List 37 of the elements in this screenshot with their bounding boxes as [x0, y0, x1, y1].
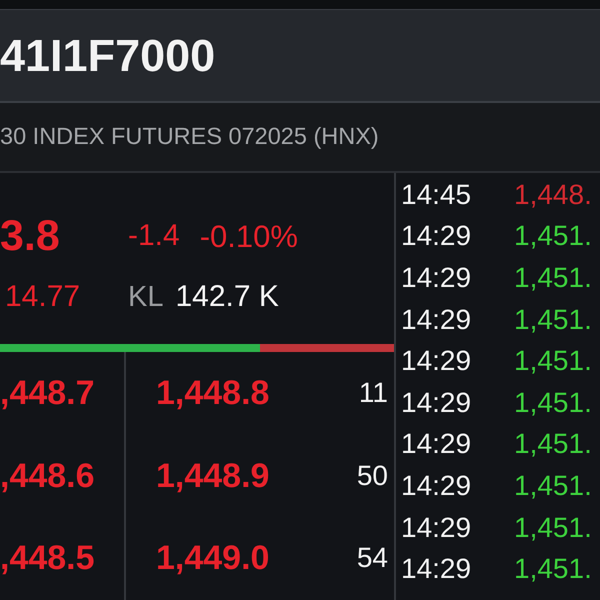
- symbol-title: 41I1F7000: [0, 33, 216, 78]
- trade-price: 1,451.: [514, 306, 592, 334]
- volume-value: 142.7 K: [175, 282, 279, 312]
- bid-price: ,448.7: [0, 376, 95, 410]
- trade-time: 14:29: [401, 222, 472, 250]
- volume-label: KL: [128, 282, 164, 312]
- percent-change: -0.10%: [200, 220, 298, 252]
- trade-price: 1,451.: [514, 222, 592, 250]
- ask-price: 1,448.9: [156, 458, 270, 493]
- ask-price: 1,449.0: [156, 541, 270, 576]
- trade-price: 1,451.: [514, 264, 592, 292]
- trade-price: 1,451.: [514, 388, 592, 417]
- trade-time: 14:29: [401, 514, 472, 542]
- trade-price: 1,451.: [514, 555, 592, 584]
- trade-time: 14:29: [401, 264, 472, 292]
- trade-time: 14:29: [401, 472, 472, 500]
- ask-volume: 11: [358, 379, 388, 408]
- bid-price: ,448.5: [0, 541, 95, 576]
- contract-name: 30 INDEX FUTURES 072025 (HNX): [0, 125, 379, 149]
- trade-price: 1,448.: [514, 180, 592, 209]
- trade-price: 1,451.: [514, 347, 592, 376]
- bid-price: ,448.6: [0, 458, 95, 493]
- trade-price: 1,451.: [514, 430, 592, 458]
- ask-volume: 54: [356, 544, 388, 572]
- trade-time: 14:29: [401, 430, 472, 458]
- price-change: -1.4: [128, 221, 180, 251]
- trade-price: 1,451.: [514, 514, 592, 542]
- last-price: 3.8: [0, 216, 61, 256]
- trade-time: 14:45: [401, 180, 472, 209]
- trade-time: 14:29: [401, 388, 472, 417]
- trade-time: 14:29: [401, 347, 472, 376]
- ask-volume: 50: [356, 462, 388, 490]
- trade-price: 1,451.: [514, 472, 592, 500]
- ask-price: 1,448.8: [156, 376, 270, 410]
- trade-time: 14:29: [401, 306, 472, 334]
- second-price: 14.77: [4, 282, 82, 312]
- trade-time: 14:29: [401, 555, 472, 584]
